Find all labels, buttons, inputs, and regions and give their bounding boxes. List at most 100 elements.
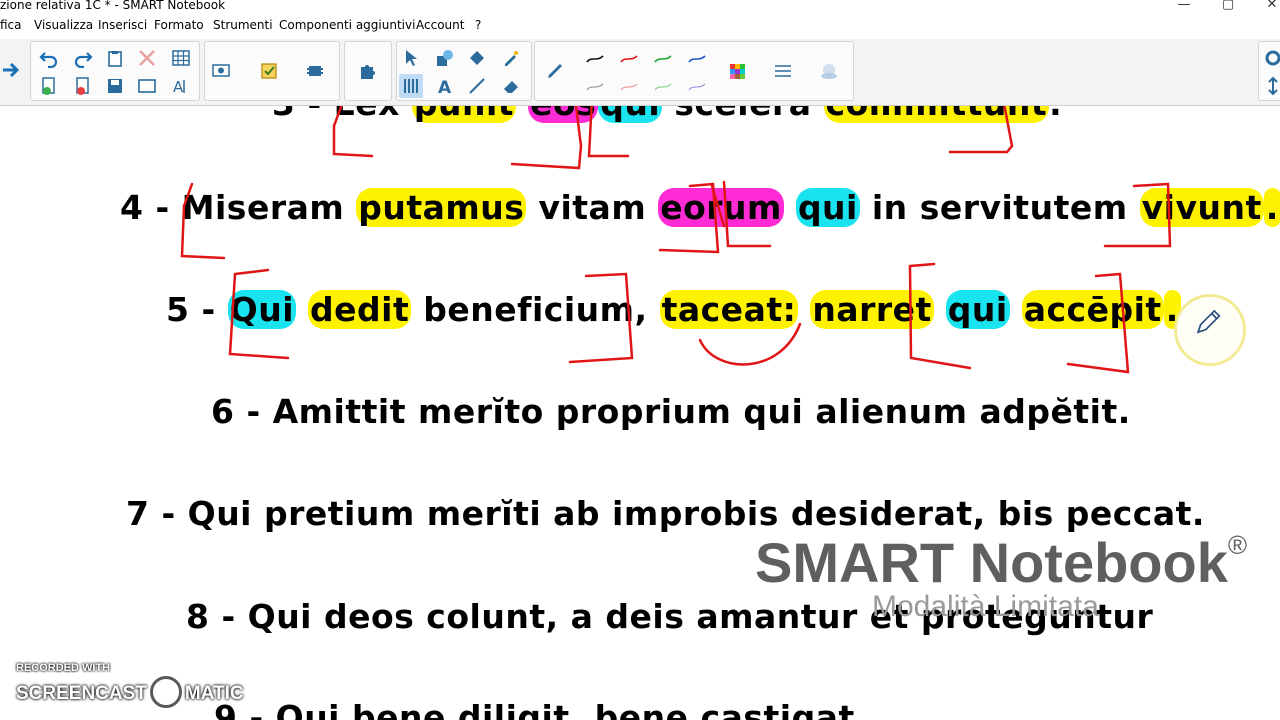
ink-arc-s5 bbox=[698, 322, 802, 366]
word-eorum: eorum bbox=[658, 188, 784, 227]
notebook-canvas[interactable]: 3 - Lex punit eosqui scelera committunt.… bbox=[0, 106, 1280, 720]
svg-text:A: A bbox=[438, 78, 452, 96]
full-screen-icon[interactable] bbox=[135, 74, 159, 98]
svg-text:A: A bbox=[173, 78, 184, 96]
pen-style-green-thin[interactable] bbox=[651, 74, 675, 98]
pen-style-red-thin[interactable] bbox=[617, 74, 641, 98]
recorder-left: SCREENCAST bbox=[16, 683, 147, 705]
sentence-7: 7 - Qui pretium merĭti ab improbis desid… bbox=[126, 494, 1205, 533]
shapes-icon[interactable] bbox=[433, 46, 457, 70]
gear-icon[interactable] bbox=[1261, 46, 1280, 70]
word-miseram: Miseram bbox=[181, 188, 345, 227]
word-dedit: dedit bbox=[308, 290, 412, 329]
document-camera-icon[interactable] bbox=[209, 59, 233, 83]
pen-group bbox=[534, 41, 854, 101]
magic-pen-icon[interactable] bbox=[499, 46, 523, 70]
word-putamus: putamus bbox=[356, 188, 527, 227]
toolbar-toggle-icon[interactable] bbox=[1261, 74, 1280, 98]
save-icon[interactable] bbox=[103, 74, 127, 98]
watermark-title-text: SMART Notebook bbox=[755, 531, 1228, 594]
recorder-badge: SCREENCAST MATIC bbox=[16, 676, 244, 710]
sentence-3: 3 - Lex punit eosqui scelera committunt. bbox=[272, 106, 1062, 123]
word-committunt: committunt bbox=[823, 106, 1050, 123]
cloud-icon[interactable] bbox=[817, 59, 841, 83]
word-punit: punit bbox=[411, 106, 517, 123]
word-in: in bbox=[871, 188, 908, 227]
word-qui-5a: Qui bbox=[227, 290, 297, 329]
text-recognition-icon[interactable]: A bbox=[169, 74, 193, 98]
menu-view[interactable]: Visualizza bbox=[34, 18, 93, 32]
response-icon[interactable] bbox=[257, 59, 281, 83]
watermark-title: SMART Notebook® bbox=[755, 530, 1247, 595]
watermark-subtitle: Modalità Limitata bbox=[872, 590, 1099, 623]
text-icon[interactable]: A bbox=[433, 74, 457, 98]
recorder-right: MATIC bbox=[184, 683, 244, 705]
word-servitutem: servitutem bbox=[919, 188, 1128, 227]
menu-insert[interactable]: Inserisci bbox=[98, 18, 147, 32]
screencast-logo-icon bbox=[149, 676, 182, 708]
edit-group: A bbox=[30, 41, 200, 101]
sentence-5-number: 5 - bbox=[166, 290, 216, 329]
word-qui: qui bbox=[598, 106, 663, 123]
paste-icon[interactable] bbox=[103, 46, 127, 70]
pen-cursor bbox=[1174, 294, 1246, 366]
camera-group bbox=[204, 41, 340, 101]
undo-icon[interactable] bbox=[37, 46, 61, 70]
activity-builder-icon[interactable] bbox=[303, 59, 327, 83]
title-bar: zione relativa 1C * - SMART Notebook — ▢… bbox=[0, 0, 1280, 14]
menu-addons[interactable]: Componenti aggiuntivi bbox=[279, 18, 415, 32]
measurement-tools-icon[interactable] bbox=[399, 74, 423, 98]
eraser-icon[interactable] bbox=[499, 74, 523, 98]
delete-page-icon[interactable] bbox=[71, 74, 95, 98]
sentence-3-period: . bbox=[1049, 106, 1062, 123]
next-page-icon[interactable] bbox=[0, 58, 24, 82]
pen-style-blue[interactable] bbox=[685, 46, 709, 70]
add-page-icon[interactable] bbox=[37, 74, 61, 98]
word-eos: eos bbox=[528, 106, 599, 123]
minimize-button[interactable]: — bbox=[1164, 0, 1204, 13]
word-accepit: accēpit bbox=[1021, 290, 1164, 329]
pen-style-red[interactable] bbox=[617, 46, 641, 70]
word-lex: Lex bbox=[334, 106, 400, 123]
color-palette-icon[interactable] bbox=[725, 59, 749, 83]
close-button[interactable]: ✕ bbox=[1252, 0, 1280, 13]
word-taceat: taceat: bbox=[659, 290, 799, 329]
sentence-4-period: . bbox=[1263, 188, 1280, 227]
pen-style-black-thin[interactable] bbox=[583, 74, 607, 98]
window-title: zione relativa 1C * - SMART Notebook bbox=[0, 0, 226, 12]
word-beneficium: beneficium, bbox=[423, 290, 648, 329]
tools-group: A bbox=[396, 41, 532, 101]
menu-account[interactable]: Account bbox=[416, 18, 464, 32]
word-qui-4: qui bbox=[795, 188, 860, 227]
sentence-9: 9 - Qui bene diligit, bene castigat. bbox=[214, 698, 868, 720]
sentence-3-number: 3 - bbox=[272, 106, 322, 123]
add-ons-icon[interactable] bbox=[355, 59, 379, 83]
word-vitam: vitam bbox=[538, 188, 647, 227]
select-icon[interactable] bbox=[399, 46, 423, 70]
fill-icon[interactable] bbox=[465, 46, 489, 70]
word-qui-5b: qui bbox=[945, 290, 1010, 329]
addons-group bbox=[344, 41, 392, 101]
recorder-line1: RECORDED WITH bbox=[16, 662, 111, 674]
delete-icon[interactable] bbox=[135, 46, 159, 70]
properties-icon[interactable] bbox=[771, 59, 795, 83]
line-icon[interactable] bbox=[465, 74, 489, 98]
pen-style-black[interactable] bbox=[583, 46, 607, 70]
menu-file[interactable]: fica bbox=[0, 18, 22, 32]
menu-tools[interactable]: Strumenti bbox=[213, 18, 273, 32]
sentence-4: 4 - Miseram putamus vitam eorum qui in s… bbox=[120, 188, 1280, 227]
word-scelera: scelera bbox=[674, 106, 811, 123]
settings-group bbox=[1258, 41, 1280, 101]
maximize-button[interactable]: ▢ bbox=[1208, 0, 1248, 13]
watermark-reg: ® bbox=[1227, 530, 1248, 560]
sentence-5: 5 - Qui dedit beneficium, taceat: narret… bbox=[166, 290, 1181, 329]
pen-style-green[interactable] bbox=[651, 46, 675, 70]
menu-help[interactable]: ? bbox=[475, 18, 481, 32]
pen-icon[interactable] bbox=[543, 59, 567, 83]
redo-icon[interactable] bbox=[71, 46, 95, 70]
toolbar: A A bbox=[0, 39, 1280, 106]
table-icon[interactable] bbox=[169, 46, 193, 70]
menu-bar: fica Visualizza Inserisci Formato Strume… bbox=[0, 15, 1280, 37]
pen-style-blue-thin[interactable] bbox=[685, 74, 709, 98]
menu-format[interactable]: Formato bbox=[154, 18, 204, 32]
